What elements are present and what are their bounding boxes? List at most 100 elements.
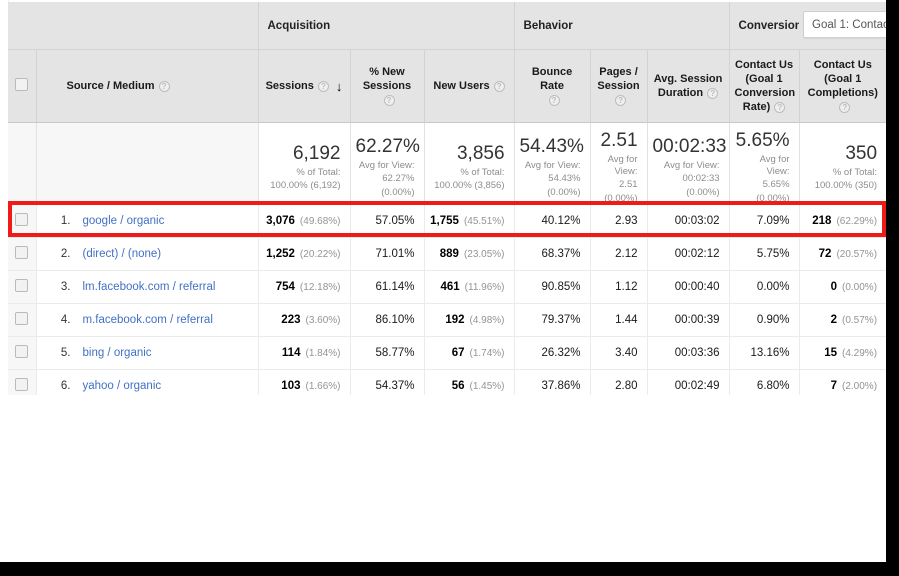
row-new-users: 461 (11.96%) (423, 270, 515, 304)
row-goal1-completions: 2 (0.57%) (798, 303, 886, 337)
row-pages-session: 1.44 (589, 303, 648, 337)
summary-pages-session-sub3: (0.00%) (604, 192, 638, 204)
row-avg-session-duration-value: 00:03:02 (674, 215, 720, 227)
group-header-checkbox-spacer (8, 2, 36, 50)
row-source-medium-link[interactable]: yahoo / organic (83, 380, 162, 392)
help-icon-goal1-completions[interactable]: ? (839, 101, 851, 113)
header-bounce-rate-label: Bounce Rate (531, 66, 573, 92)
summary-new-sessions-pct-sub2: 62.27% (382, 173, 415, 185)
header-source-medium-label: Source / Medium (66, 80, 155, 92)
row-select-checkbox[interactable] (15, 213, 29, 226)
row-select-cell (8, 336, 36, 370)
table-row[interactable]: 1. google / organic 3,076 (49.68%) 57.05% … (8, 204, 886, 238)
row-goal1-completions-pct: (0.00%) (842, 282, 878, 293)
header-sessions[interactable]: Sessions? ↓ (257, 49, 350, 123)
group-header-acquisition-label: Acquisition (267, 19, 331, 32)
row-new-sessions-pct: 58.77% (349, 336, 424, 370)
row-select-checkbox[interactable] (15, 246, 29, 259)
row-goal1-conversion-rate: 0.00% (728, 270, 800, 304)
row-select-checkbox[interactable] (15, 312, 29, 325)
summary-avg-session-duration-sub1: Avg for View: (663, 159, 720, 171)
row-avg-session-duration: 00:03:36 (646, 336, 730, 370)
summary-goal1-completions-value: 350 (845, 142, 878, 164)
row-rank: 4. (60, 314, 71, 326)
summary-sessions-sub2: 100.00% (6,192) (270, 180, 341, 191)
source-medium-table-container: Acquisition Behavior Conversions Goal 1:… (8, 2, 886, 403)
help-icon-bounce-rate[interactable]: ? (548, 94, 560, 106)
row-new-users-value: 56 (451, 380, 465, 392)
header-avg-session-duration[interactable]: Avg. Session Duration? (646, 49, 730, 123)
row-sessions: 223 (3.60%) (257, 303, 350, 337)
row-sessions-pct: (1.66%) (305, 381, 341, 392)
table-row[interactable]: 3. lm.facebook.com / referral 754 (12.18%)… (8, 270, 886, 304)
row-pages-session: 2.93 (589, 204, 648, 238)
row-new-users: 1,755 (45.51%) (423, 204, 515, 238)
row-source-medium-link[interactable]: bing / organic (83, 347, 152, 359)
summary-pages-session-value: 2.51 (600, 130, 638, 151)
help-icon-new-users[interactable]: ? (493, 80, 505, 92)
row-goal1-conversion-rate: 0.90% (728, 303, 800, 337)
row-sessions-value: 1,252 (266, 248, 295, 260)
row-source-medium-link[interactable]: (direct) / (none) (83, 248, 162, 260)
table-row[interactable]: 2. (direct) / (none) 1,252 (20.22%) 71.01%… (8, 237, 886, 271)
row-select-checkbox[interactable] (15, 378, 29, 391)
header-new-sessions-pct[interactable]: % New Sessions? (349, 49, 424, 123)
header-new-users[interactable]: New Users? (423, 49, 515, 123)
row-new-sessions-pct: 86.10% (349, 303, 424, 337)
help-icon-avg-session-duration[interactable]: ? (707, 87, 719, 99)
help-icon-sessions[interactable]: ? (317, 80, 329, 92)
row-avg-session-duration: 00:02:12 (646, 237, 730, 271)
row-source-medium-link[interactable]: google / organic (83, 215, 165, 227)
row-select-checkbox[interactable] (15, 279, 29, 292)
row-rank: 5. (60, 347, 71, 359)
analytics-report-panel: Acquisition Behavior Conversions Goal 1:… (0, 0, 886, 562)
row-select-checkbox[interactable] (15, 345, 29, 358)
row-bounce-rate: 79.37% (513, 303, 591, 337)
row-pages-session-value: 2.80 (615, 380, 638, 392)
row-bounce-rate: 26.32% (513, 336, 591, 370)
row-goal1-completions-pct: (2.00%) (842, 381, 878, 392)
row-new-sessions-pct-value: 71.01% (375, 248, 415, 260)
table-row[interactable]: 5. bing / organic 114 (1.84%) 58.77% 67 (1.… (8, 336, 886, 370)
summary-goal1-completions: 350 % of Total: 100.00% (350) (798, 122, 886, 205)
row-goal1-completions-pct: (20.57%) (836, 249, 878, 260)
row-sessions-value: 114 (281, 347, 301, 359)
summary-new-sessions-pct: 62.27% Avg for View: 62.27% (0.00%) (349, 122, 424, 205)
help-icon-new-sessions-pct[interactable]: ? (383, 94, 395, 106)
row-avg-session-duration: 00:03:02 (646, 204, 730, 238)
row-source-medium: 2. (direct) / (none) (35, 237, 258, 271)
row-source-medium: 3. lm.facebook.com / referral (35, 270, 258, 304)
goal-selector-dropdown[interactable]: Goal 1: Contact U (803, 11, 886, 38)
row-goal1-conversion-rate: 7.09% (728, 204, 800, 238)
row-new-users-value: 192 (445, 314, 465, 326)
header-pages-session[interactable]: Pages / Session? (589, 49, 648, 123)
row-select-cell (8, 303, 36, 337)
row-new-sessions-pct: 57.05% (349, 204, 424, 238)
row-goal1-conversion-rate-value: 13.16% (750, 347, 790, 359)
header-goal1-completions[interactable]: Contact Us (Goal 1 Completions)? (798, 49, 886, 123)
row-pages-session: 1.12 (589, 270, 648, 304)
help-icon-pages-session[interactable]: ? (615, 94, 627, 106)
help-icon-goal1-conversion-rate[interactable]: ? (774, 101, 786, 113)
header-bounce-rate[interactable]: Bounce Rate? (513, 49, 591, 123)
help-icon-source-medium[interactable]: ? (158, 80, 170, 92)
row-sessions-value: 3,076 (266, 215, 295, 227)
row-goal1-completions-pct: (0.57%) (842, 315, 878, 326)
row-new-users-value: 67 (451, 347, 465, 359)
table-row[interactable]: 4. m.facebook.com / referral 223 (3.60%) 8… (8, 303, 886, 337)
source-medium-table: Acquisition Behavior Conversions Goal 1:… (8, 2, 886, 403)
header-goal1-conversion-rate[interactable]: Contact Us (Goal 1 Conversion Rate)? (728, 49, 800, 123)
metric-header-row: Source / Medium? Sessions? ↓ % New Sessio… (8, 49, 886, 123)
header-source-medium[interactable]: Source / Medium? (35, 49, 258, 123)
header-new-sessions-pct-label: % New Sessions (362, 66, 412, 92)
row-rank: 2. (60, 248, 71, 260)
summary-sessions-sub1: % of Total: (296, 166, 341, 178)
row-goal1-completions-pct: (4.29%) (842, 348, 878, 359)
sort-descending-icon[interactable]: ↓ (336, 80, 343, 93)
summary-new-sessions-pct-value: 62.27% (355, 135, 420, 157)
select-all-checkbox[interactable] (15, 78, 29, 91)
row-new-users-pct: (4.98%) (469, 315, 505, 326)
row-sessions-pct: (20.22%) (299, 249, 341, 260)
row-source-medium-link[interactable]: m.facebook.com / referral (83, 314, 213, 326)
row-source-medium-link[interactable]: lm.facebook.com / referral (83, 281, 216, 293)
